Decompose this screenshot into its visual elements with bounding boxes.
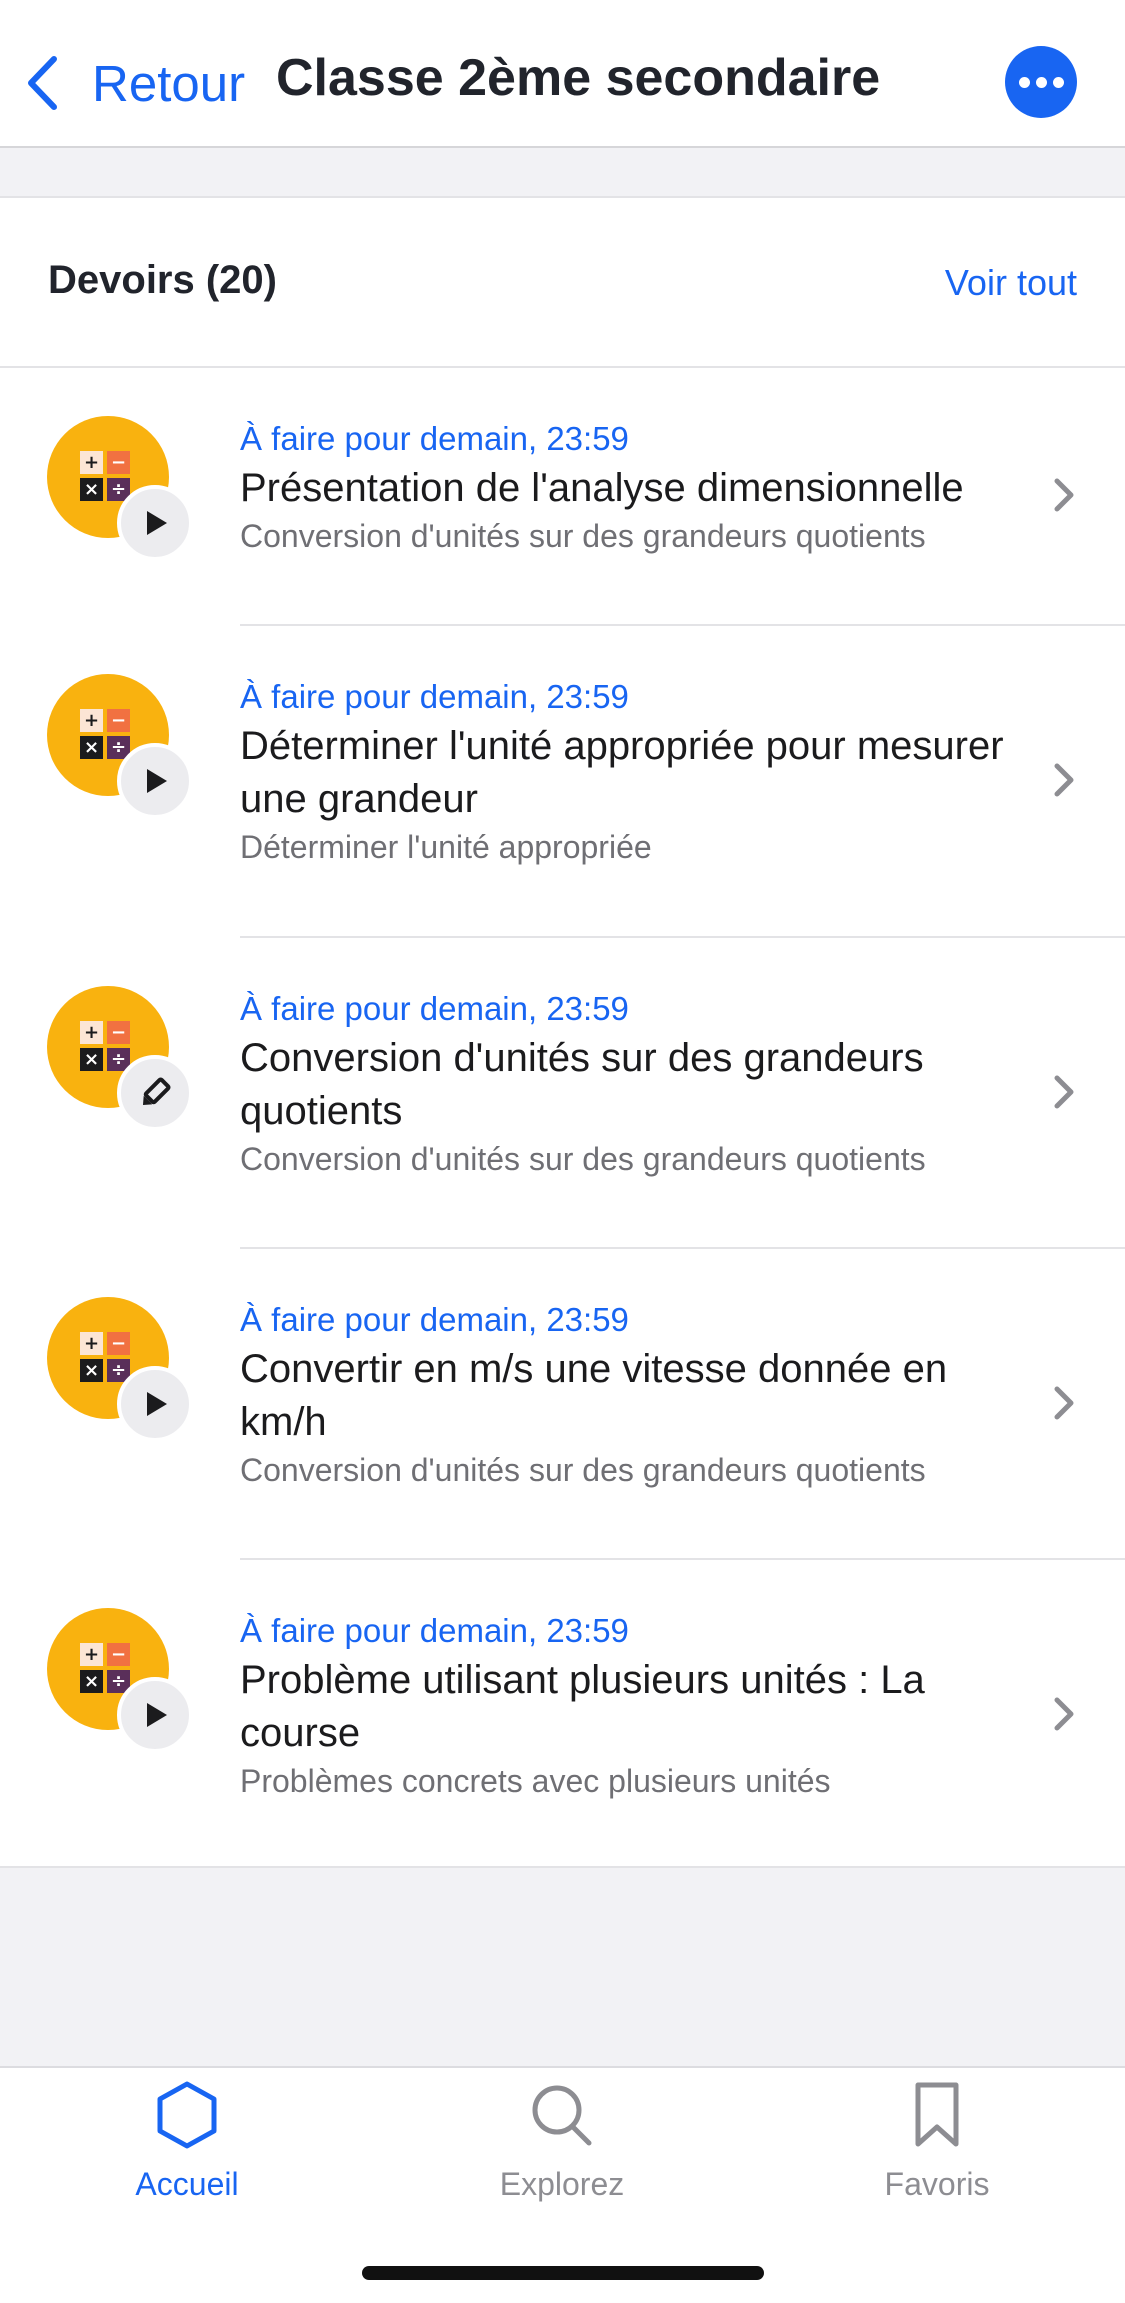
due-date: À faire pour demain, 23:59 <box>240 1612 629 1649</box>
calculator-icon: + − × ÷ <box>80 709 130 759</box>
assignment-row[interactable]: + − × ÷ À faire pour demain, 23:59 Conversion… <box>0 938 1125 1249</box>
page-title: Classe 2ème secondaire <box>276 49 881 107</box>
assignment-title: Présentation de l'analyse dimensionnelle <box>240 466 964 510</box>
assignment-subtitle: Déterminer l'unité appropriée <box>240 829 652 865</box>
due-date: À faire pour demain, 23:59 <box>240 990 629 1027</box>
tab-label: Explorez <box>499 2166 625 2202</box>
assignment-title: Convertir en m/s une vitesse donnée en k… <box>240 1347 948 1444</box>
more-options-button[interactable] <box>1005 46 1077 118</box>
home-indicator <box>362 2266 764 2280</box>
play-icon <box>147 1392 167 1416</box>
assignment-title: Problème utilisant plusieurs unités : La… <box>240 1658 925 1755</box>
assignment-type-badge <box>117 1677 193 1753</box>
play-icon <box>147 511 167 535</box>
assignment-subtitle: Conversion d'unités sur des grandeurs qu… <box>240 1452 926 1488</box>
assignment-row[interactable]: + − × ÷ À faire pour demain, 23:59 Présentati… <box>0 368 1125 626</box>
section-header: Devoirs (20) Voir tout <box>0 198 1125 368</box>
tab-explorez[interactable]: Explorez <box>432 2068 692 2238</box>
assignment-row[interactable]: + − × ÷ À faire pour demain, 23:59 Convertir … <box>0 1249 1125 1560</box>
ellipsis-icon <box>1018 76 1030 88</box>
tab-label: Favoris <box>884 2166 990 2202</box>
play-icon <box>147 1703 167 1727</box>
assignment-type-badge <box>117 485 193 561</box>
due-date: À faire pour demain, 23:59 <box>240 678 629 715</box>
assignment-subtitle: Problèmes concrets avec plusieurs unités <box>240 1763 831 1799</box>
calculator-icon: + − × ÷ <box>80 1643 130 1693</box>
chevron-right-icon <box>1054 1075 1074 1109</box>
bookmark-icon <box>915 2082 959 2147</box>
assignment-row[interactable]: + − × ÷ À faire pour demain, 23:59 Problème u… <box>0 1560 1125 1868</box>
hexagon-icon <box>157 2081 217 2149</box>
chevron-left-icon <box>28 56 57 110</box>
chevron-right-icon <box>1054 763 1074 797</box>
calculator-icon: + − × ÷ <box>80 1021 130 1071</box>
tab-accueil[interactable]: Accueil <box>57 2068 317 2238</box>
back-label: Retour <box>92 54 246 112</box>
assignment-subtitle: Conversion d'unités sur des grandeurs qu… <box>240 518 926 554</box>
chevron-right-icon <box>1054 1386 1074 1420</box>
chevron-right-icon <box>1054 478 1074 512</box>
navigation-bar: Retour Classe 2ème secondaire <box>0 0 1125 148</box>
chevron-right-icon <box>1054 1697 1074 1731</box>
assignment-title: Conversion d'unités sur des grandeurs qu… <box>240 1036 924 1133</box>
search-icon <box>532 2085 592 2146</box>
due-date: À faire pour demain, 23:59 <box>240 420 629 457</box>
section-title: Devoirs (20) <box>48 258 277 302</box>
tab-favoris[interactable]: Favoris <box>807 2068 1067 2238</box>
calculator-icon: + − × ÷ <box>80 1332 130 1382</box>
assignment-type-badge <box>117 1055 193 1131</box>
due-date: À faire pour demain, 23:59 <box>240 1301 629 1338</box>
assignment-type-badge <box>117 1366 193 1442</box>
assignments-card: Devoirs (20) Voir tout + − × ÷ À faire pour … <box>0 196 1125 1868</box>
back-button[interactable]: Retour <box>22 50 245 116</box>
calculator-icon: + − × ÷ <box>80 451 130 501</box>
assignment-type-badge <box>117 743 193 819</box>
play-icon <box>147 769 167 793</box>
assignment-subtitle: Conversion d'unités sur des grandeurs qu… <box>240 1141 926 1177</box>
see-all-link[interactable]: Voir tout <box>945 262 1077 304</box>
tab-label: Accueil <box>135 2166 239 2202</box>
assignment-title: Déterminer l'unité appropriée pour mesur… <box>240 724 1004 821</box>
pencil-icon <box>142 1077 171 1106</box>
assignment-row[interactable]: + − × ÷ À faire pour demain, 23:59 Déterminer… <box>0 626 1125 938</box>
